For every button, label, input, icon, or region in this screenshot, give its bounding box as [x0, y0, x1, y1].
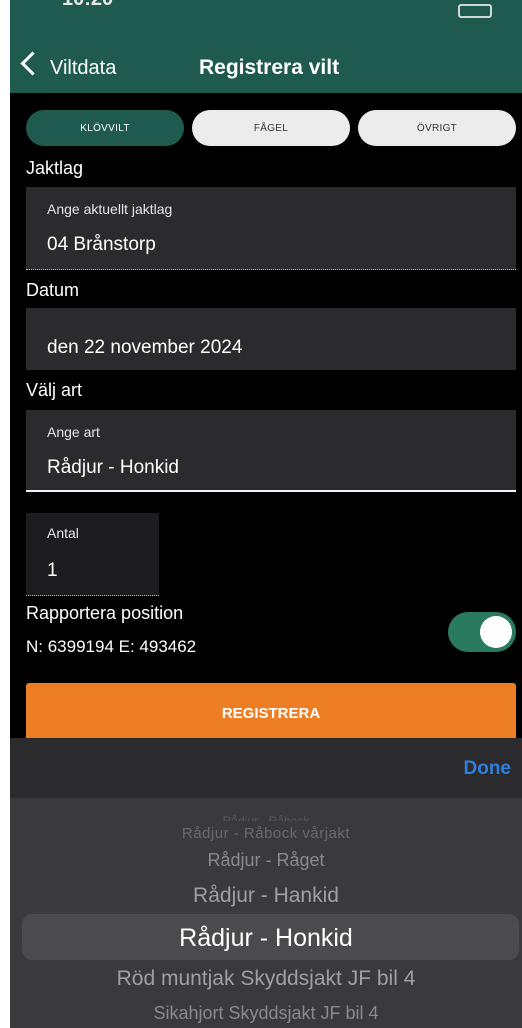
antal-field[interactable]: Antal 1 [26, 513, 159, 596]
art-value: Rådjur - Honkid [47, 457, 179, 478]
picker-option[interactable]: Rådjur - Råbock vårjakt [10, 825, 522, 843]
picker-option-selected[interactable]: Rådjur - Honkid [10, 922, 522, 954]
status-bar: 10:20 [10, 0, 522, 18]
status-clock: 10:20 [62, 0, 113, 11]
picker-option[interactable]: Rådjur - Hankid [10, 882, 522, 910]
tab-fagel[interactable]: FÅGEL [192, 110, 350, 146]
jaktlag-field[interactable]: Ange aktuellt jaktlag 04 Brånstorp [26, 187, 516, 270]
picker-option[interactable]: Rådjur - Råget [10, 848, 522, 872]
position-toggle[interactable] [448, 612, 516, 652]
picker-option[interactable]: Röd muntjak Skyddsjakt JF bil 4 [10, 965, 522, 993]
datum-value: den 22 november 2024 [47, 337, 243, 358]
chevron-left-icon[interactable] [20, 51, 45, 76]
position-label: Rapportera position [26, 603, 184, 623]
jaktlag-hint: Ange aktuellt jaktlag [47, 201, 173, 217]
jaktlag-section-label: Jaktlag [26, 158, 84, 178]
antal-value: 1 [47, 560, 58, 581]
jaktlag-value: 04 Brånstorp [47, 234, 156, 255]
picker-toolbar: Done [10, 738, 522, 798]
register-button[interactable]: REGISTRERA [26, 683, 516, 743]
picker-option[interactable]: Rådjur - Råbock [10, 815, 522, 821]
art-hint: Ange art [47, 424, 100, 440]
position-coords: N: 6399194 E: 493462 [26, 637, 197, 656]
toggle-knob [480, 616, 512, 648]
nav-header: Viltdata Registrera vilt [10, 18, 522, 93]
battery-icon [458, 4, 492, 18]
picker-option[interactable]: Sikahjort Skyddsjakt JF bil 4 [10, 1001, 522, 1025]
species-picker[interactable]: Rådjur - Råbock Rådjur - Råbock vårjakt … [10, 798, 522, 1028]
page-title: Registrera vilt [199, 56, 340, 79]
done-button[interactable]: Done [464, 758, 512, 780]
tab-ovrigt[interactable]: ÖVRIGT [358, 110, 516, 146]
antal-hint: Antal [47, 525, 79, 541]
datum-field[interactable]: den 22 november 2024 [26, 308, 516, 370]
tab-klovvilt[interactable]: KLÖVVILT [26, 110, 184, 146]
app-screen: 10:20 Viltdata Registrera vilt KLÖVVILT … [10, 0, 522, 1028]
art-section-label: Välj art [26, 380, 83, 400]
datum-section-label: Datum [26, 280, 80, 300]
art-field[interactable]: Ange art Rådjur - Honkid [26, 410, 516, 492]
back-button[interactable]: Viltdata [50, 57, 116, 80]
